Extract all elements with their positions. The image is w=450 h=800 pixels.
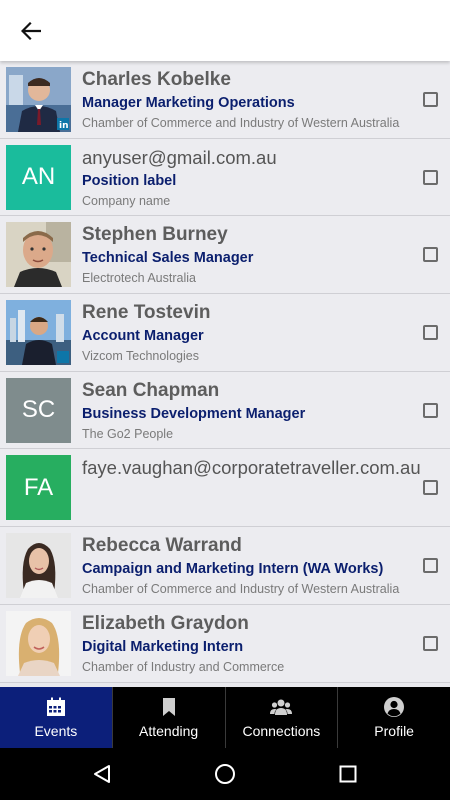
attendee-company: Chamber of Commerce and Industry of West…	[82, 582, 400, 597]
tab-label: Connections	[242, 723, 321, 739]
select-checkbox[interactable]	[423, 247, 438, 263]
arrow-left-icon	[21, 22, 41, 40]
attendee-position: Manager Marketing Operations	[82, 95, 295, 111]
select-checkbox[interactable]	[423, 402, 438, 418]
attendee-list[interactable]: in Charles Kobelke Manager Marketing Ope…	[0, 61, 450, 687]
group-icon	[270, 699, 293, 715]
attendee-company: Chamber of Commerce and Industry of West…	[82, 116, 400, 130]
list-item[interactable]: Rebecca Warrand Campaign and Marketing I…	[0, 527, 450, 605]
avatar: SC	[6, 377, 71, 443]
system-recents-button[interactable]	[328, 754, 368, 794]
attendee-name: faye.vaughan@corporatetraveller.com.au	[82, 457, 421, 479]
attendee-company: The Go2 People	[82, 426, 174, 441]
calendar-icon	[46, 697, 65, 716]
select-checkbox[interactable]	[423, 558, 438, 574]
avatar	[6, 533, 71, 599]
user-circle-icon	[384, 697, 405, 717]
attendee-name: Charles Kobelke	[82, 69, 231, 90]
tab-label: Attending	[139, 723, 199, 739]
attendee-name: Elizabeth Graydon	[82, 612, 249, 634]
system-home-button[interactable]	[205, 754, 245, 794]
select-checkbox[interactable]	[423, 325, 438, 341]
select-checkbox[interactable]	[423, 169, 438, 185]
square-recents-icon	[339, 765, 357, 783]
tab-connections[interactable]: Connections	[226, 687, 339, 748]
avatar	[6, 222, 71, 288]
attendee-position: Position label	[82, 172, 177, 189]
triangle-back-icon	[93, 765, 110, 783]
bottom-tab-bar: Events Attending Connections Profile	[0, 687, 450, 748]
tab-profile[interactable]: Profile	[338, 687, 450, 748]
list-item[interactable]: in Charles Kobelke Manager Marketing Ope…	[0, 61, 450, 139]
back-button[interactable]	[14, 16, 48, 46]
attendee-position: Business Development Manager	[82, 405, 306, 422]
attendee-company: Company name	[82, 193, 171, 208]
attendee-company: Chamber of Industry and Commerce	[82, 659, 285, 674]
system-back-button[interactable]	[82, 754, 122, 794]
list-item[interactable]: Stephen Burney Technical Sales Manager E…	[0, 216, 450, 295]
list-item[interactable]: Rene Tostevin Account Manager Vizcom Tec…	[0, 294, 450, 372]
tab-label: Events	[34, 723, 78, 739]
attendee-position: Account Manager	[82, 328, 204, 345]
attendee-name: Stephen Burney	[82, 224, 228, 246]
avatar: FA	[6, 455, 71, 521]
svg-text:in: in	[59, 121, 69, 131]
attendee-name: Rene Tostevin	[82, 302, 211, 324]
bookmark-icon	[162, 698, 175, 716]
tab-attending[interactable]: Attending	[113, 687, 226, 748]
tab-events[interactable]: Events	[0, 687, 113, 748]
select-checkbox[interactable]	[423, 635, 438, 651]
attendee-name: Rebecca Warrand	[82, 535, 242, 557]
avatar: in	[6, 67, 71, 132]
attendee-position: Technical Sales Manager	[82, 250, 254, 267]
select-checkbox[interactable]	[423, 92, 438, 107]
avatar	[6, 300, 71, 366]
attendee-name: anyuser@gmail.com.au	[82, 146, 277, 168]
circle-home-icon	[214, 764, 235, 784]
attendee-name: Sean Chapman	[82, 379, 220, 401]
attendee-position: Digital Marketing Intern	[82, 638, 244, 655]
tab-label: Profile	[374, 723, 414, 739]
list-item[interactable]: FA faye.vaughan@corporatetraveller.com.a…	[0, 449, 450, 528]
attendee-position: Campaign and Marketing Intern (WA Works)	[82, 561, 384, 578]
list-item[interactable]: Elizabeth Graydon Digital Marketing Inte…	[0, 604, 450, 683]
list-item[interactable]: SC Sean Chapman Business Development Man…	[0, 371, 450, 450]
list-item[interactable]: AN anyuser@gmail.com.au Position label C…	[0, 138, 450, 217]
select-checkbox[interactable]	[423, 480, 438, 496]
attendee-company: Vizcom Technologies	[82, 349, 199, 364]
app-bar	[0, 0, 450, 61]
avatar	[6, 610, 71, 676]
system-navigation-bar	[0, 748, 450, 800]
avatar: AN	[6, 144, 71, 210]
attendee-company: Electrotech Australia	[82, 271, 196, 286]
